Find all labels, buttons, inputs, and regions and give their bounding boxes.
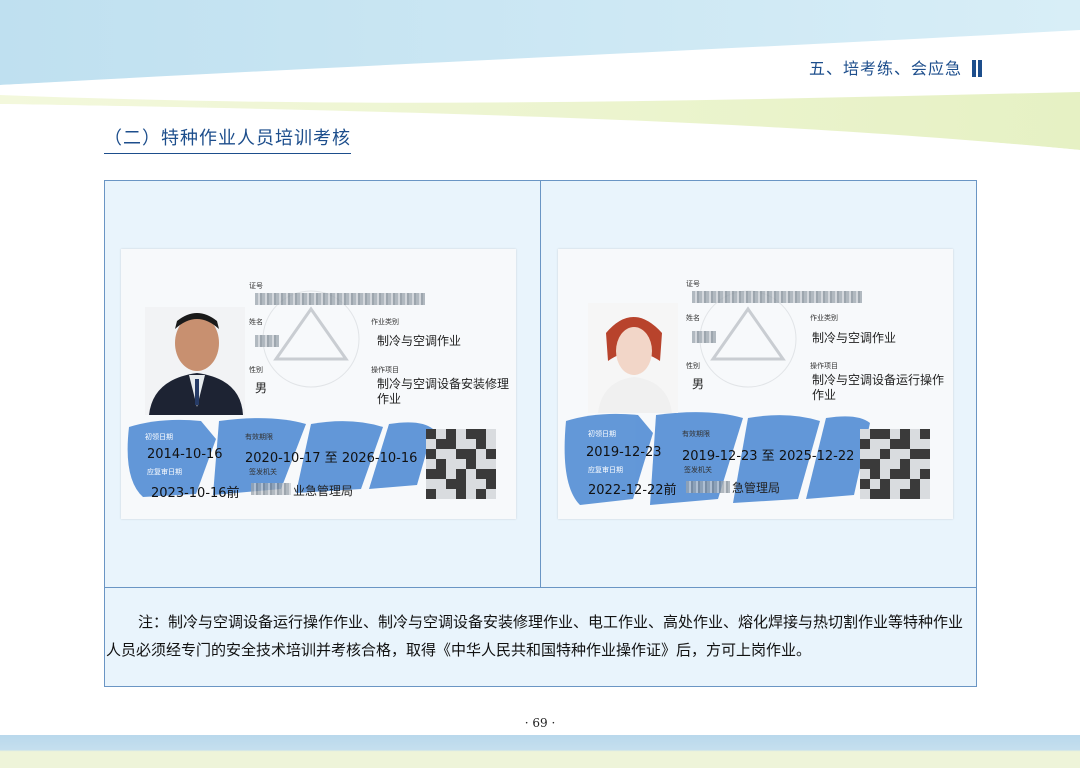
label-cert-no: 证号 (249, 282, 263, 290)
label-first-issue: 初领日期 (588, 430, 616, 438)
name-redacted (255, 335, 279, 347)
authority-value: 业急管理局 (293, 484, 354, 498)
authority-redacted (686, 481, 730, 493)
validity-dates: 2019-12-23 至 2025-12-22 (682, 449, 855, 464)
label-gender: 性别 (686, 362, 700, 370)
category-value: 制冷与空调作业 (812, 331, 897, 345)
label-cert-no: 证号 (686, 280, 700, 288)
authority-redacted (251, 483, 291, 495)
qr-code-icon (860, 429, 930, 499)
label-project: 操作项目 (810, 362, 838, 370)
authority-value: 急管理局 (732, 481, 781, 495)
chapter-heading: 五、培考练、会应急 (809, 55, 976, 79)
validity-dates: 2020-10-17 至 2026-10-16 (245, 451, 418, 466)
page-number: · 69 · (524, 716, 556, 730)
label-category: 作业类别 (371, 318, 399, 326)
label-gender: 性别 (249, 366, 263, 374)
label-validity: 有效期限 (682, 430, 710, 438)
label-validity: 有效期限 (245, 433, 273, 441)
first-issue-date: 2014-10-16 (147, 447, 223, 462)
frame-divider-horizontal (104, 587, 977, 588)
label-authority: 签发机关 (249, 468, 277, 476)
label-review: 应复审日期 (588, 466, 623, 474)
label-review: 应复审日期 (147, 468, 182, 476)
label-authority: 签发机关 (684, 466, 712, 474)
gender-value: 男 (255, 381, 268, 395)
label-project: 操作项目 (371, 366, 399, 374)
label-category: 作业类别 (810, 314, 838, 322)
chapter-title: 五、培考练、会应急 (808, 59, 962, 78)
review-date: 2022-12-22前 (588, 483, 677, 498)
label-name: 姓名 (249, 318, 263, 326)
cert-no-redacted (255, 293, 425, 305)
frame-divider-vertical (540, 180, 541, 587)
project-value: 制冷与空调设备安装修理作业 (377, 377, 510, 406)
project-value: 制冷与空调设备运行操作作业 (812, 373, 945, 402)
category-value: 制冷与空调作业 (377, 334, 462, 348)
note-text: 注：制冷与空调设备运行操作作业、制冷与空调设备安装修理作业、电工作业、高处作业、… (106, 613, 964, 659)
gender-value: 男 (692, 377, 705, 391)
first-issue-date: 2019-12-23 (586, 445, 662, 460)
label-name: 姓名 (686, 314, 700, 322)
chapter-bar-icon (972, 60, 976, 77)
portrait-photo (588, 303, 678, 413)
review-date: 2023-10-16前 (151, 486, 240, 501)
certificate-card-2: 证号 姓名 作业类别 制冷与空调作业 性别 男 操作项目 制冷与空调设备运行操作… (558, 249, 953, 519)
name-redacted (692, 331, 716, 343)
section-title: （二）特种作业人员培训考核 (104, 124, 351, 154)
portrait-photo (145, 307, 245, 415)
cert-no-redacted (692, 291, 862, 303)
label-first-issue: 初领日期 (145, 433, 173, 441)
footer-band (0, 735, 1080, 768)
certificate-card-1: 证号 姓名 作业类别 制冷与空调作业 性别 男 操作项目 制冷与空调设备安装修理… (121, 249, 516, 519)
qr-code-icon (426, 429, 496, 499)
